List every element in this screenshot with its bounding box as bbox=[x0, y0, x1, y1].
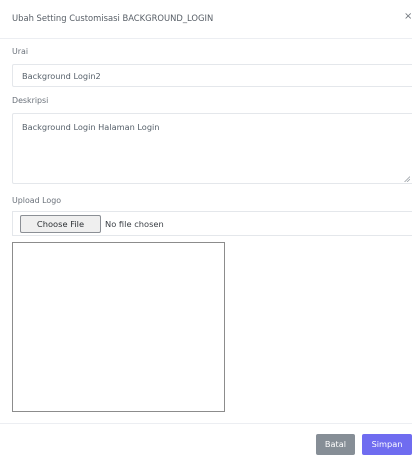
modal-footer: Batal Simpan bbox=[0, 423, 412, 455]
cancel-button[interactable]: Batal bbox=[316, 434, 355, 455]
deskripsi-textarea[interactable]: Background Login Halaman Login bbox=[12, 113, 412, 184]
modal-header: Ubah Setting Customisasi BACKGROUND_LOGI… bbox=[0, 0, 412, 39]
save-button[interactable]: Simpan bbox=[362, 434, 412, 455]
edit-customization-modal: Ubah Setting Customisasi BACKGROUND_LOGI… bbox=[0, 0, 412, 455]
file-status-text: No file chosen bbox=[105, 219, 164, 229]
deskripsi-label: Deskripsi bbox=[12, 96, 49, 105]
close-icon[interactable]: × bbox=[404, 12, 412, 22]
file-upload-field[interactable]: Choose File No file chosen bbox=[12, 211, 412, 236]
urai-input[interactable] bbox=[12, 64, 412, 87]
modal-title: Ubah Setting Customisasi BACKGROUND_LOGI… bbox=[12, 13, 214, 23]
logo-preview bbox=[12, 242, 225, 412]
choose-file-button[interactable]: Choose File bbox=[20, 215, 101, 233]
urai-label: Urai bbox=[12, 47, 29, 56]
resize-grip-icon[interactable] bbox=[404, 176, 410, 182]
upload-logo-label: Upload Logo bbox=[12, 196, 62, 205]
